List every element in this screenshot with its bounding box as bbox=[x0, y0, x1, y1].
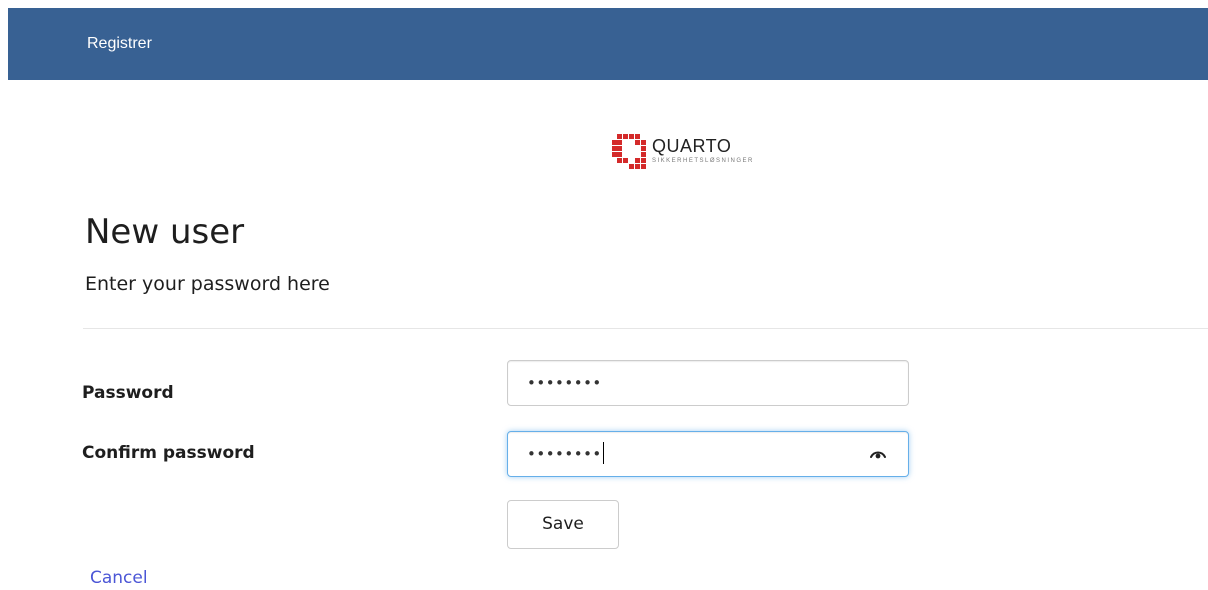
company-logo: QUARTO SIKKERHETSLØSNINGER bbox=[612, 134, 754, 170]
save-button[interactable]: Save bbox=[507, 500, 619, 549]
confirm-password-field[interactable]: •••••••• bbox=[507, 431, 909, 477]
logo-tagline: SIKKERHETSLØSNINGER bbox=[652, 158, 754, 164]
quarto-logo-mark-icon bbox=[612, 134, 646, 169]
divider bbox=[83, 328, 1208, 329]
confirm-password-label: Confirm password bbox=[82, 443, 255, 463]
password-value: •••••••• bbox=[527, 374, 602, 392]
password-field[interactable]: •••••••• bbox=[507, 360, 909, 406]
top-bar-title[interactable]: Registrer bbox=[87, 34, 152, 54]
logo-wordmark: QUARTO bbox=[652, 136, 732, 156]
logo-text: QUARTO SIKKERHETSLØSNINGER bbox=[652, 137, 754, 165]
cancel-link[interactable]: Cancel bbox=[90, 566, 148, 590]
password-label: Password bbox=[82, 383, 174, 403]
top-bar: Registrer bbox=[8, 8, 1208, 80]
text-caret bbox=[602, 442, 604, 464]
confirm-password-value: •••••••• bbox=[527, 445, 602, 463]
register-page: Registrer QUARTO SIKKERHETSLØSNINGER New… bbox=[0, 0, 1208, 590]
page-title: New user bbox=[85, 212, 245, 252]
page-subtitle: Enter your password here bbox=[85, 273, 330, 295]
eye-icon[interactable] bbox=[870, 449, 886, 459]
confirm-password-value-wrap: •••••••• bbox=[527, 442, 604, 465]
